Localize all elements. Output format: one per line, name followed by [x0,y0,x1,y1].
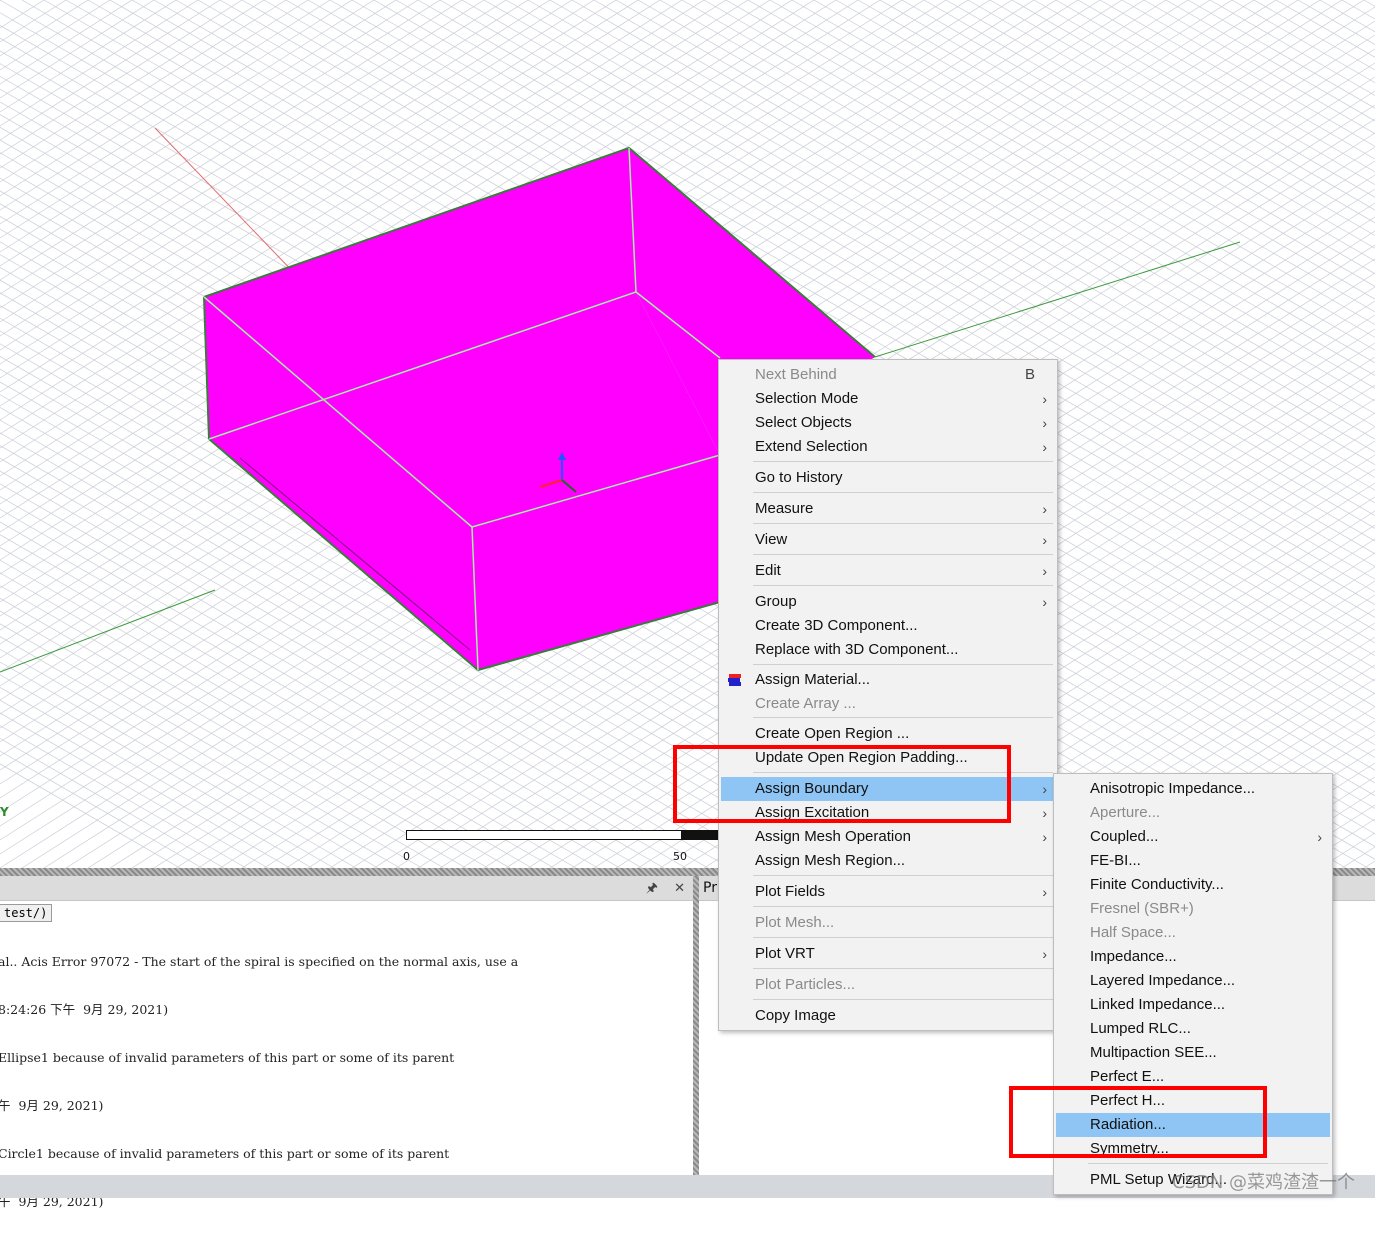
menu-item-view[interactable]: View › [721,528,1055,552]
chevron-right-icon: › [1042,946,1047,962]
menu-item-copy-image[interactable]: Copy Image [721,1004,1055,1028]
menu-item-extend-selection[interactable]: Extend Selection › [721,435,1055,459]
submenu-item-finite-conductivity[interactable]: Finite Conductivity... [1056,873,1330,897]
chevron-right-icon: › [1042,594,1047,610]
close-icon[interactable]: ✕ [674,881,685,896]
message-panel-header: 🖈︎ ✕ [0,876,693,901]
log-line: al.. Acis Error 97072 - The start of the… [0,954,519,969]
menu-item-edit[interactable]: Edit › [721,559,1055,583]
menu-item-plot-particles: Plot Particles... [755,976,856,993]
axis-label-y: Y [0,805,9,819]
menu-item-create-3d-component[interactable]: Create 3D Component... [721,614,1055,638]
menu-item-selection-mode[interactable]: Selection Mode › [721,387,1055,411]
scale-ruler [406,830,720,840]
menu-item-go-to-history[interactable]: Go to History [721,466,1055,490]
log-line: 午 9月 29, 2021) [0,1098,104,1113]
submenu-item-anisotropic-impedance[interactable]: Anisotropic Impedance... [1056,777,1330,801]
annotation-box-assign-boundary [673,745,1011,823]
submenu-item-lumped-rlc[interactable]: Lumped RLC... [1056,1017,1330,1041]
material-icon [728,674,741,686]
menu-item-measure[interactable]: Measure › [721,497,1055,521]
context-menu: Next Behind B Selection Mode › Select Obje… [718,359,1058,1031]
chevron-right-icon: › [1042,781,1047,797]
submenu-item-aperture: Aperture... [1090,804,1161,821]
chevron-right-icon: › [1042,563,1047,579]
chevron-right-icon: › [1042,391,1047,407]
menu-item-create-array: Create Array ... [755,695,856,712]
menu-item-plot-fields[interactable]: Plot Fields › [721,880,1055,904]
menu-item-group[interactable]: Group › [721,590,1055,614]
chevron-right-icon: › [1317,829,1322,845]
menu-item-plot-vrt[interactable]: Plot VRT › [721,942,1055,966]
submenu-item-layered-impedance[interactable]: Layered Impedance... [1056,969,1330,993]
properties-tab[interactable]: Pr [703,880,717,896]
chevron-right-icon: › [1042,884,1047,900]
box-model[interactable] [0,0,1375,868]
message-manager-panel: 🖈︎ ✕ test/) al.. Acis Error 97072 - The … [0,876,693,1209]
chevron-right-icon: › [1042,501,1047,517]
chevron-right-icon: › [1042,415,1047,431]
menu-item-assign-mesh-operation[interactable]: Assign Mesh Operation › [721,825,1055,849]
menu-item-next-behind: Next Behind B [755,366,1035,383]
chevron-right-icon: › [1042,439,1047,455]
menu-item-assign-material[interactable]: Assign Material... [721,668,1055,692]
submenu-item-half-space: Half Space... [1090,924,1176,941]
chevron-right-icon: › [1042,829,1047,845]
submenu-item-fresnel: Fresnel (SBR+) [1090,900,1194,917]
submenu-item-linked-impedance[interactable]: Linked Impedance... [1056,993,1330,1017]
log-line: Circle1 because of invalid parameters of… [0,1146,450,1161]
pin-icon[interactable]: 🖈︎ [646,881,658,896]
menu-item-replace-3d-component[interactable]: Replace with 3D Component... [721,638,1055,662]
log-line: Ellipse1 because of invalid parameters o… [0,1050,455,1065]
submenu-item-coupled[interactable]: Coupled... › [1056,825,1330,849]
chevron-right-icon: › [1042,532,1047,548]
ruler-label-start: 0 [403,850,410,863]
message-tab[interactable]: test/) [0,904,53,922]
submenu-item-multipaction-see[interactable]: Multipaction SEE... [1056,1041,1330,1065]
menu-item-create-open-region[interactable]: Create Open Region ... [721,722,1055,746]
menu-item-assign-mesh-region[interactable]: Assign Mesh Region... [721,849,1055,873]
submenu-item-impedance[interactable]: Impedance... [1056,945,1330,969]
watermark: CSDN @菜鸡渣渣一个 [1172,1172,1356,1193]
menu-item-select-objects[interactable]: Select Objects › [721,411,1055,435]
menu-item-plot-mesh: Plot Mesh... [755,914,835,931]
annotation-box-radiation [1009,1086,1267,1158]
ruler-label-mid: 50 [673,850,687,863]
submenu-item-fe-bi[interactable]: FE-BI... [1056,849,1330,873]
log-line: 8:24:26 下午 9月 29, 2021) [0,1002,169,1017]
chevron-right-icon: › [1042,805,1047,821]
modeler-viewport[interactable] [0,0,1375,868]
